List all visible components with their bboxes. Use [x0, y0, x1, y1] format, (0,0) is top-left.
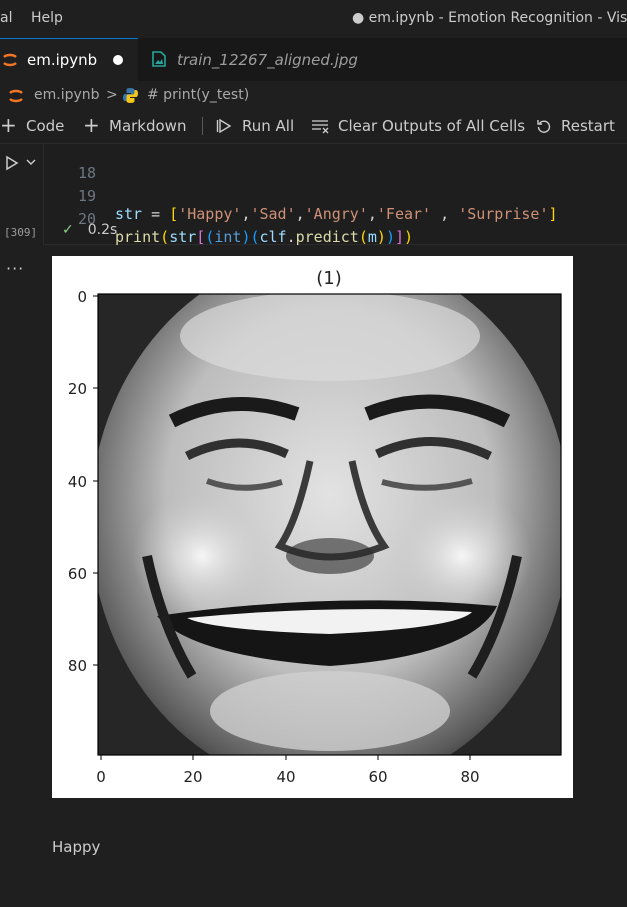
- code-line: 19 str = ['Happy','Sad','Angry','Fear' ,…: [44, 169, 558, 223]
- y-tick-label: 60: [68, 565, 87, 583]
- clear-outputs-button[interactable]: Clear Outputs of All Cells: [338, 117, 525, 135]
- x-tick-label: 40: [276, 768, 295, 786]
- code-text[interactable]: print(str[(int)(clf.predict(m))]): [115, 228, 413, 246]
- x-axis: 0 20 40 60 80: [96, 755, 480, 786]
- restart-icon: [537, 120, 551, 133]
- restart-button[interactable]: Restart: [561, 117, 615, 135]
- more-actions-icon[interactable]: ···: [6, 259, 24, 278]
- output-figure: (1) 0 20 40 60 80 0 20 40 60 80: [52, 256, 573, 798]
- check-icon: ✓: [62, 222, 74, 238]
- x-tick-label: 20: [183, 768, 202, 786]
- add-markdown-button[interactable]: Markdown: [109, 117, 186, 135]
- breadcrumb: em.ipynb > # print(y_test): [0, 81, 627, 109]
- code-cell-editor[interactable]: 18 19 str = ['Happy','Sad','Angry','Fear…: [43, 143, 627, 246]
- cell-status: ✓ 0.2s: [62, 222, 117, 238]
- y-tick-label: 20: [68, 380, 87, 398]
- cell-output-text: Happy: [52, 838, 101, 856]
- title-bar: al Help ● em.ipynb - Emotion Recognition…: [0, 0, 627, 38]
- run-all-button[interactable]: Run All: [242, 117, 294, 135]
- tab-label: em.ipynb: [27, 51, 98, 69]
- breadcrumb-file[interactable]: em.ipynb: [34, 87, 100, 103]
- execution-duration: 0.2s: [87, 222, 118, 238]
- run-cell-icon[interactable]: [4, 155, 20, 171]
- tab-bar: em.ipynb train_12267_aligned.jpg: [0, 38, 627, 81]
- code-line: 18: [44, 146, 96, 182]
- window-title: ● em.ipynb - Emotion Recognition - Visua: [352, 10, 627, 26]
- toolbar-divider: [202, 117, 203, 135]
- y-tick-label: 0: [77, 288, 87, 306]
- python-icon: [123, 88, 138, 103]
- jupyter-icon: [9, 89, 23, 103]
- breadcrumb-cell[interactable]: # print(y_test): [147, 87, 249, 103]
- unsaved-dot-icon[interactable]: [113, 55, 123, 65]
- figure-plot: (1) 0 20 40 60 80 0 20 40 60 80: [68, 268, 562, 786]
- code-text[interactable]: str = ['Happy','Sad','Angry','Fear' , 'S…: [115, 205, 558, 223]
- run-all-icon: [216, 118, 232, 134]
- breadcrumb-separator: >: [106, 87, 118, 103]
- code-line: 20 print(str[(int)(clf.predict(m))]): [44, 192, 413, 246]
- image-file-icon: [152, 51, 166, 67]
- notebook-toolbar: + Code + Markdown Run All Clear Outputs …: [0, 109, 627, 144]
- plus-icon: +: [0, 113, 17, 137]
- menu-help[interactable]: Help: [31, 10, 63, 26]
- tab-label: train_12267_aligned.jpg: [177, 50, 358, 69]
- face-image: [98, 294, 561, 755]
- tab-train-image[interactable]: train_12267_aligned.jpg: [138, 38, 380, 81]
- tab-em-ipynb[interactable]: em.ipynb: [0, 38, 138, 81]
- x-tick-label: 60: [368, 768, 387, 786]
- x-tick-label: 0: [96, 768, 106, 786]
- plus-icon: +: [83, 113, 100, 137]
- chevron-down-icon[interactable]: [26, 158, 36, 166]
- y-tick-label: 80: [68, 657, 87, 675]
- clear-outputs-icon: [312, 120, 329, 134]
- execution-count: [309]: [4, 226, 38, 239]
- menu-terminal[interactable]: al: [0, 10, 12, 26]
- y-tick-label: 40: [68, 473, 87, 491]
- y-axis: 0 20 40 60 80: [68, 288, 98, 675]
- figure-title: (1): [316, 268, 342, 289]
- jupyter-icon: [3, 53, 17, 67]
- x-tick-label: 80: [460, 768, 479, 786]
- add-code-button[interactable]: Code: [26, 117, 64, 135]
